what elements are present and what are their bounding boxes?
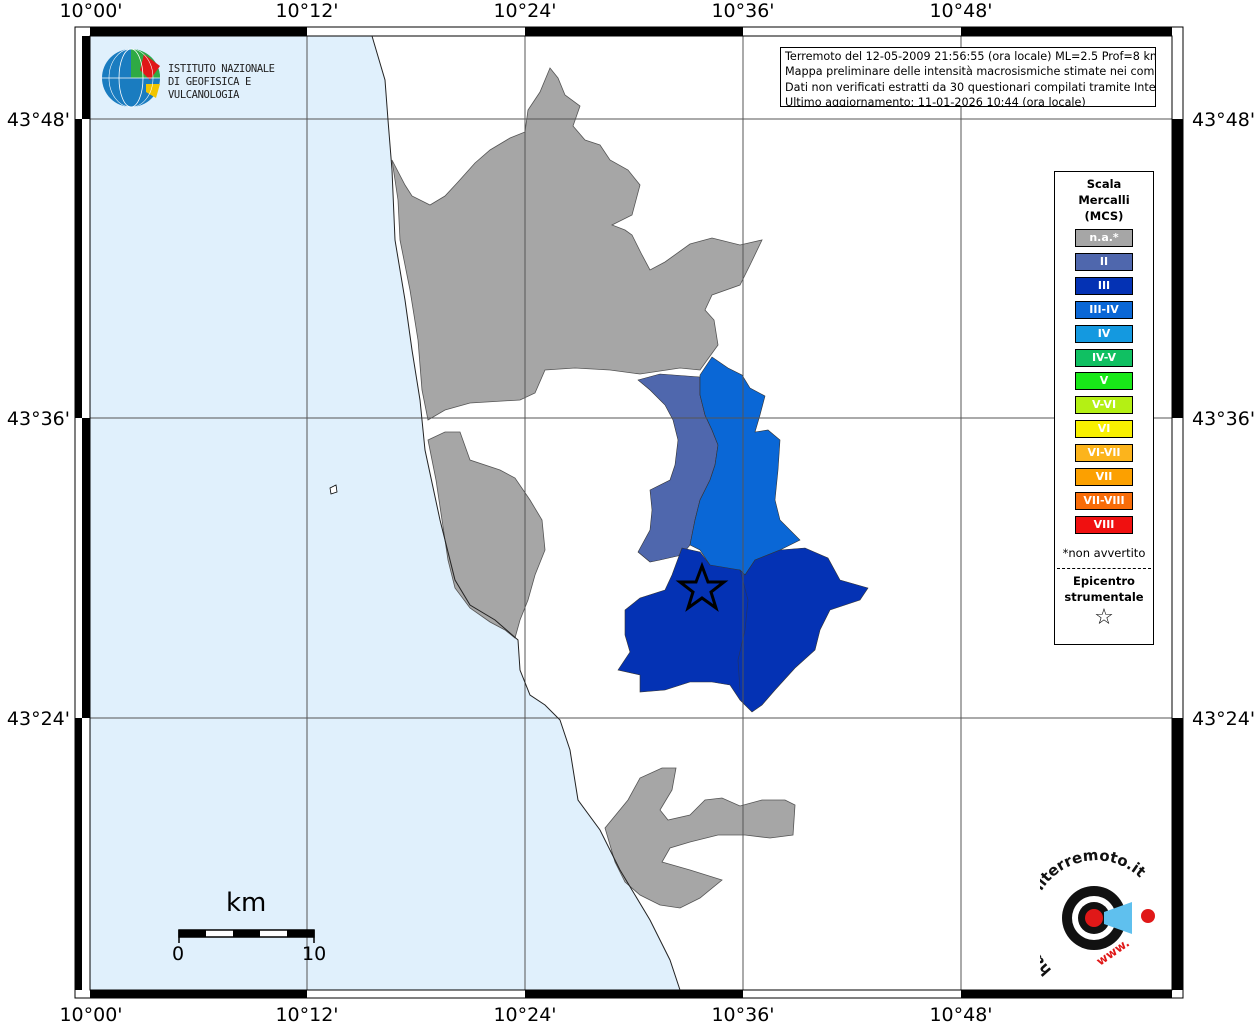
legend-divider xyxy=(1057,568,1151,569)
legend-epicenter-label: Epicentro strumentale xyxy=(1055,573,1153,605)
lat-label: 43°48' xyxy=(7,109,70,131)
lon-label: 10°24' xyxy=(493,1004,556,1024)
legend-epicenter-line: strumentale xyxy=(1064,590,1144,604)
legend-swatch: V xyxy=(1075,372,1133,391)
lat-label: 43°36' xyxy=(1192,408,1255,430)
legend-title-line: Scala xyxy=(1086,177,1122,191)
legend-title-line: Mercalli xyxy=(1078,193,1130,207)
info-line: Ultimo aggiornamento: 11-01-2026 10:44 (… xyxy=(785,96,1086,107)
legend-swatch: V-VI xyxy=(1075,396,1133,415)
lat-label: 43°24' xyxy=(1192,708,1255,730)
info-line: Dati non verificati estratti da 30 quest… xyxy=(785,80,1156,94)
lon-label: 10°48' xyxy=(929,1004,992,1024)
ingv-logo: ISTITUTO NAZIONALE DI GEOFISICA E VULCAN… xyxy=(100,47,320,111)
lon-labels-bottom: 10°00' 10°12' 10°24' 10°36' 10°48' xyxy=(59,1004,992,1024)
legend-swatch: IV-V xyxy=(1075,348,1133,367)
legend-swatch: III-IV xyxy=(1075,300,1133,319)
legend-title-line: (MCS) xyxy=(1084,209,1124,223)
haisentito-text: haisentitoilterremoto.it www. xyxy=(1040,850,1160,980)
lon-label: 10°00' xyxy=(59,1004,122,1024)
legend-swatch: VI-VII xyxy=(1075,444,1133,463)
lon-label: 10°36' xyxy=(711,1004,774,1024)
mcs-legend: Scala Mercalli (MCS) n.a.* II III III-IV IV I… xyxy=(1054,171,1154,645)
lat-label: 43°24' xyxy=(7,708,70,730)
legend-swatch: VII-VIII xyxy=(1075,491,1133,510)
lat-label: 43°48' xyxy=(1192,109,1255,131)
lat-label: 43°36' xyxy=(7,408,70,430)
info-line: Terremoto del 12-05-2009 21:56:55 (ora l… xyxy=(785,50,1156,63)
lat-labels-right: 43°48' 43°36' 43°24' xyxy=(1192,109,1255,730)
legend-swatch: VI xyxy=(1075,420,1133,439)
intensity-map: 10°00' 10°12' 10°24' 10°36' 10°48' 10°00… xyxy=(0,0,1256,1024)
lon-labels-top: 10°00' 10°12' 10°24' 10°36' 10°48' xyxy=(59,0,992,22)
scale-bar-max: 10 xyxy=(302,943,327,965)
lon-label: 10°00' xyxy=(59,0,122,22)
legend-title: Scala Mercalli (MCS) xyxy=(1055,176,1153,224)
lon-label: 10°24' xyxy=(493,0,556,22)
legend-swatch: n.a.* xyxy=(1075,229,1133,247)
info-line: Mappa preliminare delle intensità macros… xyxy=(785,65,1156,79)
legend-swatch: III xyxy=(1075,276,1133,295)
lon-label: 10°12' xyxy=(275,1004,338,1024)
legend-swatch: VIII xyxy=(1075,515,1133,534)
legend-epicenter-line: Epicentro xyxy=(1073,574,1135,588)
ingv-logo-line1: ISTITUTO NAZIONALE xyxy=(168,63,275,75)
ingv-logo-line2: DI GEOFISICA E VULCANOLOGIA xyxy=(168,76,251,101)
scale-bar-unit: km xyxy=(226,888,267,918)
event-info-box: Terremoto del 12-05-2009 21:56:55 (ora l… xyxy=(780,47,1156,107)
legend-swatch: VII xyxy=(1075,468,1133,486)
lon-label: 10°48' xyxy=(929,0,992,22)
ingv-logo-text: ISTITUTO NAZIONALE DI GEOFISICA E VULCAN… xyxy=(168,63,320,102)
legend-swatch: II xyxy=(1075,252,1133,271)
lat-labels-left: 43°48' 43°36' 43°24' xyxy=(7,109,70,730)
legend-note: *non avvertito xyxy=(1062,546,1146,560)
legend-swatch: IV xyxy=(1075,324,1133,343)
lon-label: 10°12' xyxy=(275,0,338,22)
legend-star-icon: ☆ xyxy=(1094,605,1114,630)
scale-bar-min: 0 xyxy=(172,943,185,965)
haisentito-www: www. xyxy=(1094,936,1132,969)
lon-label: 10°36' xyxy=(711,0,774,22)
